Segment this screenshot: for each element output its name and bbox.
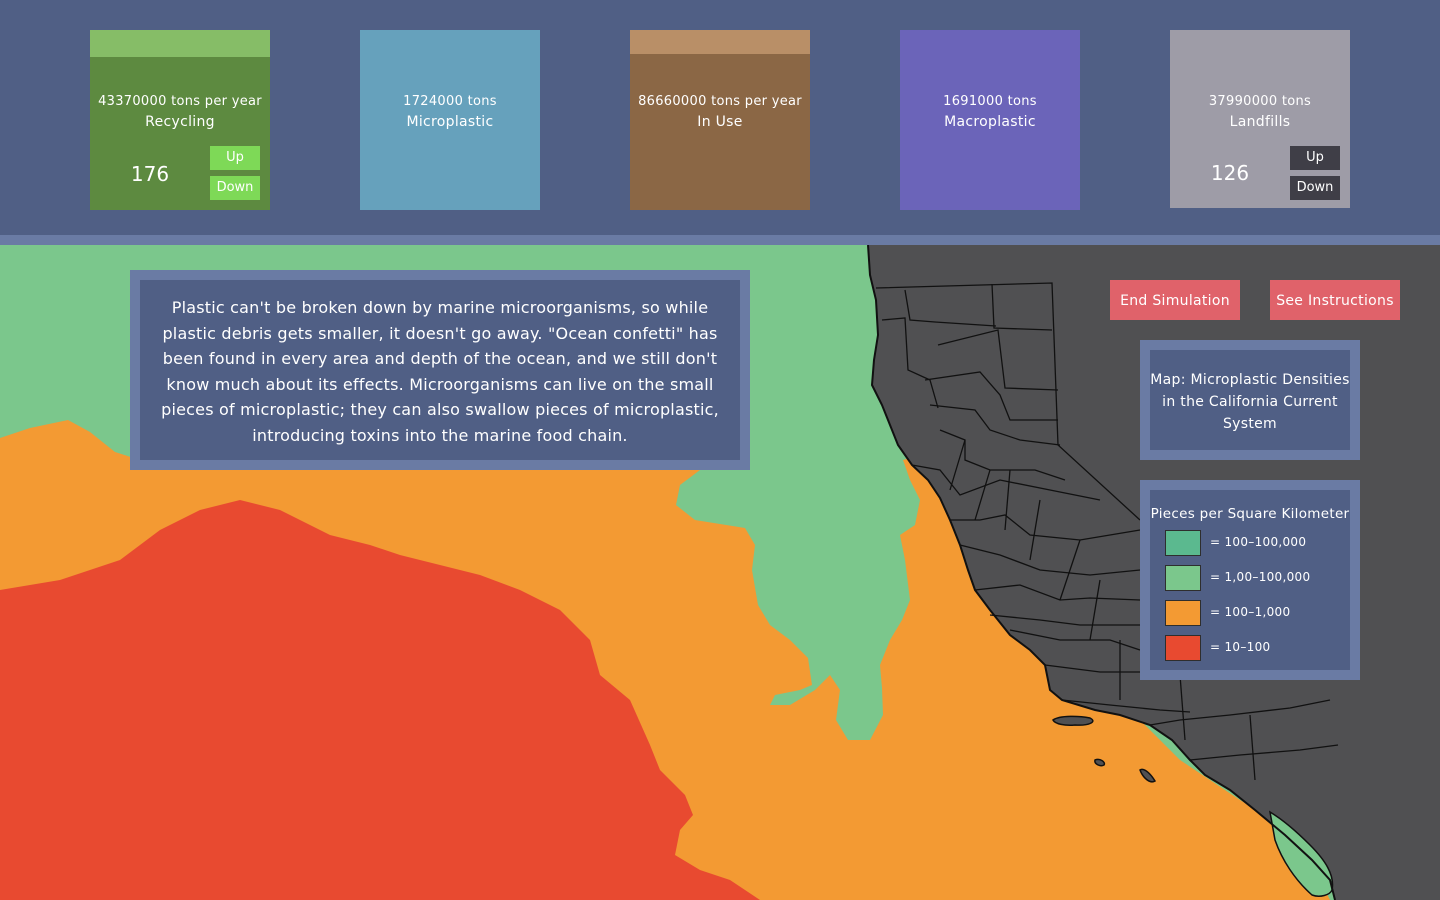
microplastic-card: 1724000 tons Microplastic <box>360 30 540 210</box>
recycling-card: 43370000 tons per year Recycling 176 Up … <box>90 30 270 210</box>
recycling-level-strip <box>90 30 270 57</box>
macroplastic-card: 1691000 tons Macroplastic <box>900 30 1080 210</box>
in-use-level-strip <box>630 30 810 54</box>
legend-label: = 100–1,000 <box>1210 605 1291 619</box>
landfills-up-button[interactable]: Up <box>1290 146 1340 170</box>
landfills-amount: 37990000 tons <box>1208 94 1312 109</box>
map-title-panel: Map: Microplastic Densities in the Calif… <box>1140 340 1360 460</box>
landfills-count: 126 <box>1210 161 1250 185</box>
legend-label: = 100–100,000 <box>1210 535 1307 549</box>
legend-label: = 1,00–100,000 <box>1210 570 1311 584</box>
recycling-label: Recycling <box>145 114 215 130</box>
in-use-card: 86660000 tons per year In Use <box>630 30 810 210</box>
legend-swatch <box>1165 530 1201 556</box>
in-use-label: In Use <box>697 114 743 130</box>
see-instructions-button[interactable]: See Instructions <box>1270 280 1400 320</box>
recycling-count: 176 <box>130 162 170 186</box>
macroplastic-label: Macroplastic <box>944 114 1036 130</box>
legend-swatch <box>1165 565 1201 591</box>
legend-label: = 10–100 <box>1210 640 1271 654</box>
recycling-up-button[interactable]: Up <box>210 146 260 170</box>
legend-title: Pieces per Square Kilometer <box>1150 506 1350 522</box>
microplastic-label: Microplastic <box>406 114 494 130</box>
recycling-amount: 43370000 tons per year <box>98 94 262 109</box>
legend-swatch <box>1165 600 1201 626</box>
in-use-amount: 86660000 tons per year <box>638 94 802 109</box>
top-panel: 43370000 tons per year Recycling 176 Up … <box>0 0 1440 235</box>
landfills-card: 37990000 tons Landfills 126 Up Down <box>1170 30 1350 208</box>
header-divider <box>0 235 1440 245</box>
legend-swatch <box>1165 635 1201 661</box>
end-simulation-button[interactable]: End Simulation <box>1110 280 1240 320</box>
recycling-down-button[interactable]: Down <box>210 176 260 200</box>
legend-panel: Pieces per Square Kilometer = 100–100,00… <box>1140 480 1360 680</box>
macroplastic-amount: 1691000 tons <box>943 94 1037 109</box>
landfills-label: Landfills <box>1229 114 1291 130</box>
microplastic-amount: 1724000 tons <box>403 94 497 109</box>
landfills-down-button[interactable]: Down <box>1290 176 1340 200</box>
info-text: Plastic can't be broken down by marine m… <box>161 298 719 445</box>
info-panel: Plastic can't be broken down by marine m… <box>130 270 750 470</box>
map-title: Map: Microplastic Densities in the Calif… <box>1150 372 1350 432</box>
